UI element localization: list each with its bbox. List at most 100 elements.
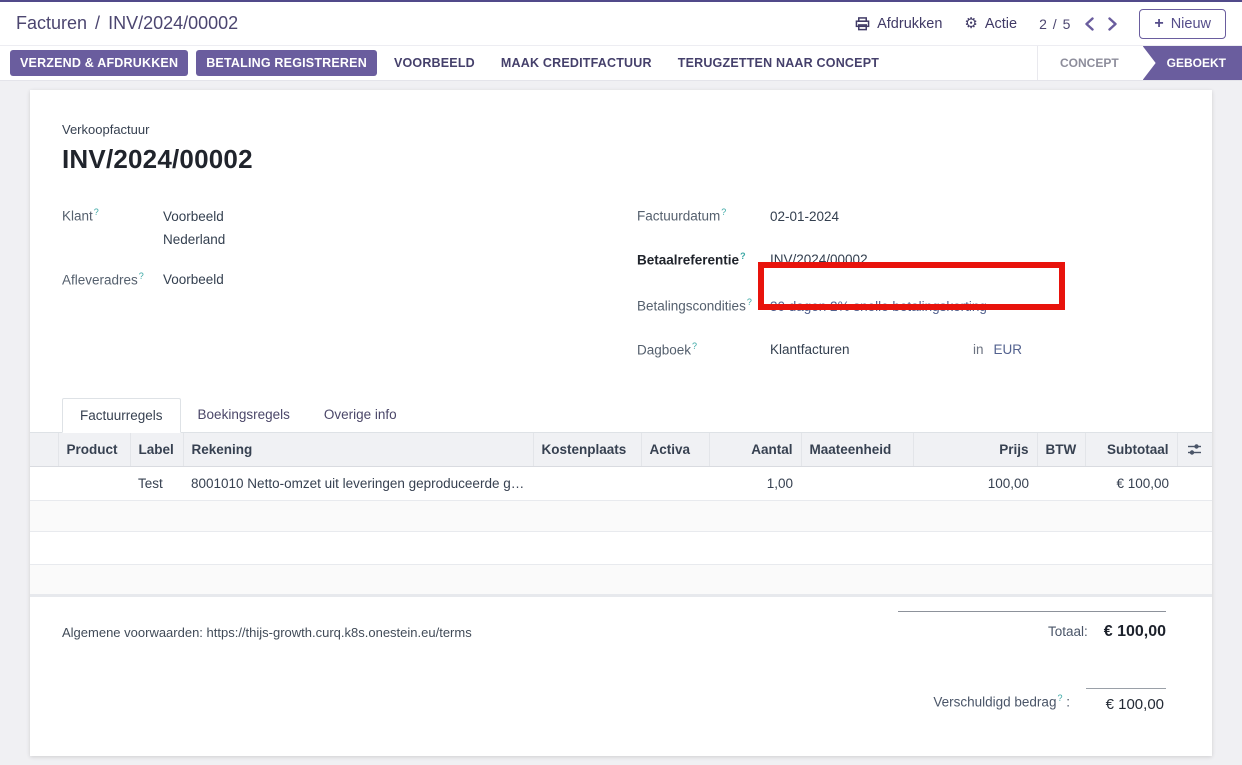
reset-to-draft-button[interactable]: TERUGZETTEN NAAR CONCEPT <box>669 50 888 76</box>
pager-previous-button[interactable] <box>1085 17 1094 31</box>
column-aantal[interactable]: Aantal <box>709 433 801 467</box>
cell-aantal[interactable]: 1,00 <box>709 467 801 501</box>
amount-due-help-icon: ? <box>1057 693 1062 703</box>
cell-kostenplaats[interactable] <box>533 467 641 501</box>
total-label: Totaal: <box>1048 624 1088 639</box>
afleveradres-value[interactable]: Voorbeeld <box>163 270 224 290</box>
amount-due-value: € 100,00 <box>1086 688 1166 713</box>
klant-label: Klant? <box>62 202 163 227</box>
control-panel: Facturen / INV/2024/00002 Afdrukken ⚙ Ac… <box>0 2 1242 46</box>
state-concept[interactable]: CONCEPT <box>1038 46 1143 80</box>
state-geboekt-active[interactable]: GEBOEKT <box>1143 46 1242 80</box>
credit-note-button[interactable]: MAAK CREDITFACTUUR <box>492 50 661 76</box>
totals-block: Totaal: € 100,00 Verschuldigd bedrag? : … <box>898 603 1166 713</box>
breadcrumb-separator: / <box>95 13 100 34</box>
column-prijs[interactable]: Prijs <box>913 433 1037 467</box>
sheet-footer: Algemene voorwaarden: https://thijs-grow… <box>30 597 1212 713</box>
afleveradres-help-icon: ? <box>139 271 144 281</box>
empty-row <box>30 501 1212 532</box>
cell-rekening[interactable]: 8001010 Netto-omzet uit leveringen gepro… <box>183 467 533 501</box>
action-menu-button[interactable]: ⚙ Actie <box>964 16 1017 32</box>
print-label: Afdrukken <box>877 16 942 32</box>
total-row: Totaal: € 100,00 <box>898 623 1166 641</box>
column-rekening[interactable]: Rekening <box>183 433 533 467</box>
window-accent-line <box>0 0 1242 2</box>
control-panel-actions: Afdrukken ⚙ Actie 2 / 5 + Nieuw <box>855 9 1226 39</box>
dagboek-label: Dagboek? <box>637 336 770 361</box>
column-kostenplaats[interactable]: Kostenplaats <box>533 433 641 467</box>
cell-label[interactable]: Test <box>130 467 183 501</box>
field-afleveradres: Afleveradres? Voorbeeld <box>62 266 605 291</box>
tab-boekingsregels[interactable]: Boekingsregels <box>181 398 307 432</box>
pager-count: 2 / 5 <box>1039 16 1071 32</box>
new-record-button[interactable]: + Nieuw <box>1139 9 1226 39</box>
totals-divider <box>898 611 1166 612</box>
table-header-row: Product Label Rekening Kostenplaats Acti… <box>30 433 1212 467</box>
record-pager: 2 / 5 <box>1039 16 1117 32</box>
tab-factuurregels[interactable]: Factuurregels <box>62 398 181 433</box>
klant-help-icon: ? <box>94 207 99 217</box>
cell-handle <box>30 467 58 501</box>
breadcrumb-parent[interactable]: Facturen <box>16 13 87 34</box>
cell-btw[interactable] <box>1037 467 1085 501</box>
terms-and-conditions: Algemene voorwaarden: https://thijs-grow… <box>62 625 472 713</box>
amount-due-label: Verschuldigd bedrag? : <box>933 693 1070 714</box>
amount-due-row: Verschuldigd bedrag? : € 100,00 <box>898 688 1166 713</box>
cell-subtotaal[interactable]: € 100,00 <box>1085 467 1177 501</box>
register-payment-button[interactable]: BETALING REGISTREREN <box>196 50 377 76</box>
print-button[interactable]: Afdrukken <box>855 16 942 32</box>
betalingscondities-help-icon: ? <box>747 297 752 307</box>
invoice-line-row[interactable]: Test 8001010 Netto-omzet uit leveringen … <box>30 467 1212 501</box>
statusbar-buttons: VERZEND & AFDRUKKEN BETALING REGISTREREN… <box>0 46 898 80</box>
pager-next-button[interactable] <box>1108 17 1117 31</box>
betaalreferentie-label: Betaalreferentie? <box>637 246 770 271</box>
column-btw[interactable]: BTW <box>1037 433 1085 467</box>
betaalreferentie-value[interactable]: INV/2024/00002 <box>770 250 868 270</box>
dagboek-in-label: in <box>973 340 984 360</box>
action-label: Actie <box>985 16 1017 32</box>
statusbar: VERZEND & AFDRUKKEN BETALING REGISTREREN… <box>0 46 1242 81</box>
afleveradres-label: Afleveradres? <box>62 266 163 291</box>
cell-activa[interactable] <box>641 467 709 501</box>
klant-country: Nederland <box>163 228 225 251</box>
field-betaalreferentie: Betaalreferentie? INV/2024/00002 <box>637 246 1180 271</box>
breadcrumb-current: INV/2024/00002 <box>108 13 238 34</box>
send-and-print-button[interactable]: VERZEND & AFDRUKKEN <box>10 50 188 76</box>
preview-button[interactable]: VOORBEELD <box>385 50 484 76</box>
column-subtotaal[interactable]: Subtotaal <box>1085 433 1177 467</box>
factuurdatum-value[interactable]: 02-01-2024 <box>770 207 839 227</box>
cell-product[interactable] <box>58 467 130 501</box>
betaalreferentie-help-icon: ? <box>740 251 746 261</box>
betalingscondities-label: Betalingscondities? <box>637 292 770 317</box>
dagboek-value[interactable]: Klantfacturen <box>770 340 973 360</box>
dagboek-currency[interactable]: EUR <box>994 340 1023 360</box>
invoice-number: INV/2024/00002 <box>62 144 1180 175</box>
field-column-right: Factuurdatum? 02-01-2024 Betaalreferenti… <box>637 202 1180 375</box>
column-maateenheid[interactable]: Maateenheid <box>801 433 913 467</box>
state-widget: CONCEPT GEBOEKT <box>1037 46 1242 80</box>
cell-maateenheid[interactable] <box>801 467 913 501</box>
invoice-lines-table: Product Label Rekening Kostenplaats Acti… <box>30 433 1212 597</box>
dagboek-help-icon: ? <box>692 341 697 351</box>
cell-prijs[interactable]: 100,00 <box>913 467 1037 501</box>
column-product[interactable]: Product <box>58 433 130 467</box>
tab-overige-info[interactable]: Overige info <box>307 398 414 432</box>
factuurdatum-help-icon: ? <box>721 207 726 217</box>
column-activa[interactable]: Activa <box>641 433 709 467</box>
klant-value[interactable]: Voorbeeld Nederland <box>163 205 225 251</box>
column-handle <box>30 433 58 467</box>
field-factuurdatum: Factuurdatum? 02-01-2024 <box>637 202 1180 227</box>
klant-name[interactable]: Voorbeeld <box>163 205 225 228</box>
field-grid: Klant? Voorbeeld Nederland Afleveradres?… <box>62 202 1180 375</box>
optional-columns-button[interactable] <box>1177 433 1212 467</box>
notebook-tabs: Factuurregels Boekingsregels Overige inf… <box>30 398 1212 433</box>
total-value: € 100,00 <box>1104 623 1166 641</box>
empty-row <box>30 565 1212 596</box>
field-dagboek: Dagboek? Klantfacturen in EUR <box>637 336 1180 361</box>
breadcrumb: Facturen / INV/2024/00002 <box>16 13 238 34</box>
document-type-label: Verkoopfactuur <box>62 122 1180 137</box>
printer-icon <box>855 17 870 31</box>
gear-icon: ⚙ <box>964 16 977 31</box>
betalingscondities-value[interactable]: 30 dagen 2% snelle betalingskorting <box>770 297 987 317</box>
column-label[interactable]: Label <box>130 433 183 467</box>
